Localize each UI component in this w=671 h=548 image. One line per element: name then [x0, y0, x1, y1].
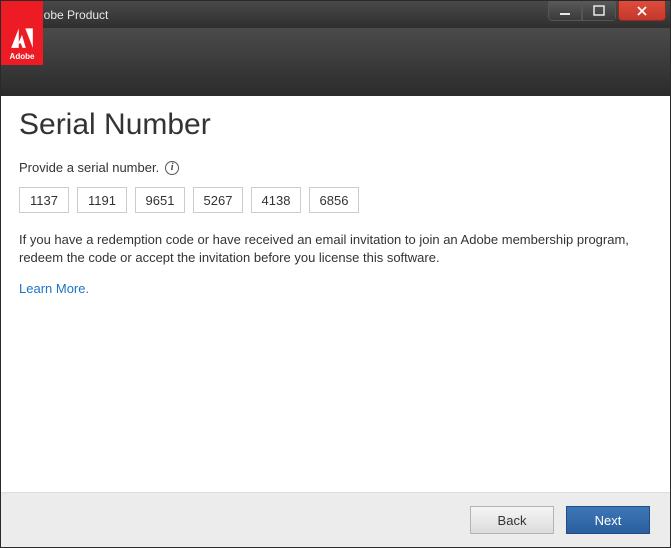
adobe-brand-label: Adobe — [10, 52, 35, 61]
learn-more-link[interactable]: Learn More. — [19, 281, 652, 296]
redemption-note: If you have a redemption code or have re… — [19, 231, 652, 267]
page-heading: Serial Number — [19, 108, 652, 142]
back-button[interactable]: Back — [470, 506, 554, 534]
brand-bar: Adobe — [1, 28, 670, 96]
content-area: Serial Number Provide a serial number. i… — [1, 96, 670, 492]
adobe-logo-icon — [9, 24, 35, 50]
serial-field-1[interactable] — [19, 187, 69, 213]
serial-field-6[interactable] — [309, 187, 359, 213]
serial-field-5[interactable] — [251, 187, 301, 213]
next-button[interactable]: Next — [566, 506, 650, 534]
maximize-button[interactable] — [582, 1, 616, 21]
instruction-row: Provide a serial number. i — [19, 160, 652, 175]
serial-input-row — [19, 187, 652, 213]
adobe-brand-tab: Adobe — [1, 1, 43, 65]
titlebar[interactable]: Adobe Product — [1, 1, 670, 28]
serial-field-4[interactable] — [193, 187, 243, 213]
installer-window: Adobe Product Adobe Serial Number Provi — [0, 0, 671, 548]
close-button[interactable] — [618, 1, 666, 21]
instruction-text: Provide a serial number. — [19, 160, 159, 175]
serial-field-3[interactable] — [135, 187, 185, 213]
serial-field-2[interactable] — [77, 187, 127, 213]
minimize-button[interactable] — [548, 1, 582, 21]
info-icon[interactable]: i — [165, 161, 179, 175]
window-controls — [548, 1, 670, 21]
footer-bar: Back Next — [1, 492, 670, 547]
